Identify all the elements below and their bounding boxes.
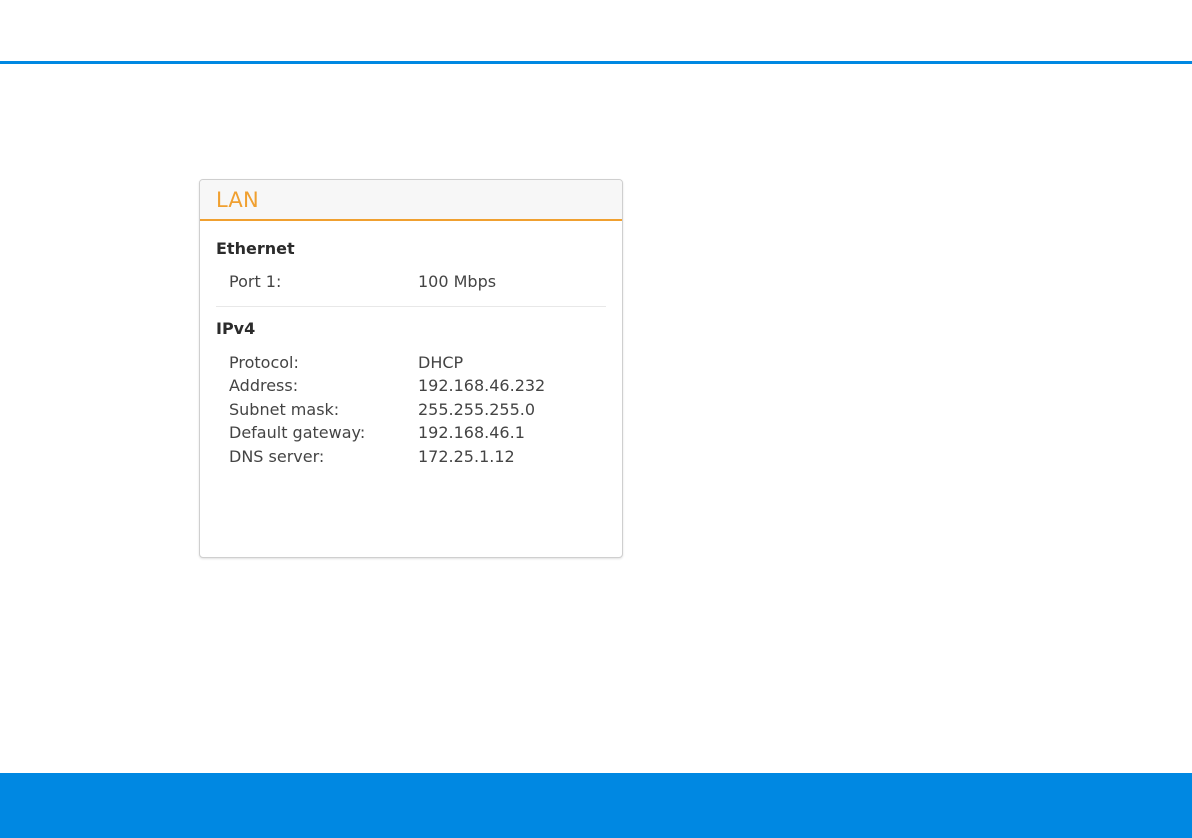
subnet-mask-value: 255.255.255.0 <box>418 399 536 419</box>
port-1-label: Port 1: <box>229 272 282 291</box>
lan-panel-body: Ethernet Port 1: 100 Mbps IPv4 Protocol:… <box>200 239 622 468</box>
ethernet-rows: Port 1: 100 Mbps <box>216 270 606 294</box>
protocol-label: Protocol: <box>229 352 299 372</box>
ipv4-row-subnet-mask: Subnet mask: 255.255.255.0 <box>216 398 606 422</box>
section-divider <box>216 305 606 307</box>
address-value: 192.168.46.232 <box>418 376 546 395</box>
ipv4-row-address: Address: 192.168.46.232 <box>216 374 606 398</box>
default-gateway-label: Default gateway: <box>229 423 366 442</box>
dns-server-label: DNS server: <box>229 446 325 466</box>
ipv4-rows: Protocol: DHCP Address: 192.168.46.232 S… <box>216 351 606 469</box>
subnet-mask-label: Subnet mask: <box>229 399 340 419</box>
footer-bar <box>0 773 1192 838</box>
ipv4-heading: IPv4 <box>216 318 256 338</box>
ethernet-row-port-1: Port 1: 100 Mbps <box>216 270 606 294</box>
protocol-value: DHCP <box>418 352 464 372</box>
default-gateway-value: 192.168.46.1 <box>418 423 525 442</box>
ipv4-row-protocol: Protocol: DHCP <box>216 351 606 375</box>
port-1-value: 100 Mbps <box>418 272 497 291</box>
dns-server-value: 172.25.1.12 <box>418 446 515 466</box>
header-divider <box>0 61 1192 64</box>
lan-panel-title: LAN <box>216 188 259 212</box>
ipv4-row-default-gateway: Default gateway: 192.168.46.1 <box>216 421 606 445</box>
lan-panel: LAN Ethernet Port 1: 100 Mbps IPv4 Proto… <box>199 179 623 558</box>
ipv4-row-dns-server: DNS server: 172.25.1.12 <box>216 445 606 469</box>
ethernet-heading: Ethernet <box>216 239 295 258</box>
address-label: Address: <box>229 376 299 395</box>
lan-panel-header: LAN <box>200 180 622 221</box>
